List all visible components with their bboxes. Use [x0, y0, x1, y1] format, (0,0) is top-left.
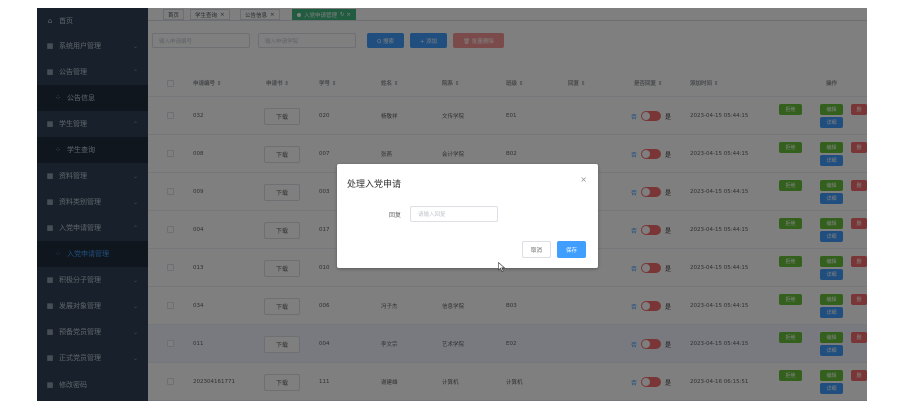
close-icon[interactable]: ×	[580, 175, 587, 184]
reply-input[interactable]: 请输入回复	[410, 206, 498, 222]
save-button[interactable]: 保存	[557, 241, 586, 258]
mouse-cursor-icon	[498, 262, 506, 272]
cancel-button-label: 取消	[530, 247, 542, 254]
dialog-title: 处理入党申请	[347, 180, 402, 190]
process-application-dialog: 处理入党申请 × 回复 请输入回复 取消 保存	[337, 164, 598, 268]
reply-label: 回复	[389, 212, 402, 219]
input-placeholder: 请输入回复	[418, 212, 446, 218]
save-button-label: 保存	[565, 247, 577, 254]
cancel-button[interactable]: 取消	[522, 241, 551, 258]
